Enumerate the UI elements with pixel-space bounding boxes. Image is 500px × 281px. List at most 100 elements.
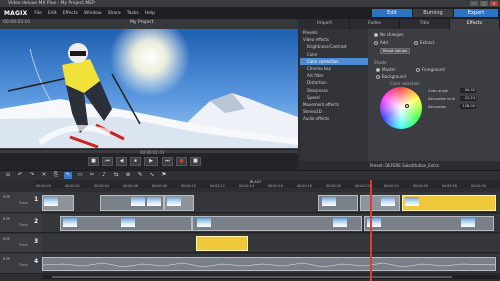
video-clip[interactable] [164,195,194,211]
list-item[interactable]: Video effects [300,36,368,43]
track-lane-4[interactable] [42,254,500,274]
menu-bar: MAGIX File Edit Effects Window Share Tas… [0,7,500,19]
menu-help[interactable]: Help [142,11,158,16]
reset-values-button[interactable]: Reset values [380,48,410,54]
tab-fades[interactable]: Fades [350,19,400,29]
no-changes-option[interactable]: No changes [374,32,404,37]
menu-effects[interactable]: Effects [60,11,81,16]
scrollbar-thumb[interactable] [52,276,452,278]
video-clip-selected[interactable] [402,195,496,211]
cut-icon[interactable]: ✂ [88,172,96,179]
burning-mode-button[interactable]: Burning [413,9,453,17]
redo-icon[interactable]: ↷ [28,172,36,179]
list-item-selected[interactable]: Color correction [300,57,368,65]
video-clip[interactable] [42,195,74,211]
stop-icon[interactable]: ■ [88,157,99,166]
title-clip[interactable] [196,236,248,251]
record-icon[interactable]: ● [176,157,187,166]
extract-option[interactable]: Extract [414,40,434,45]
export-mode-button[interactable]: Export [454,9,498,17]
edit-mode-button[interactable]: Edit [372,9,412,17]
restore-icon[interactable]: ⎌ [4,172,12,179]
track-lane-3[interactable] [42,234,500,253]
pointer-icon[interactable]: ↖ [64,172,72,179]
track-lane-1[interactable] [42,192,500,213]
list-item[interactable]: Art filter [300,72,368,79]
curve-icon[interactable]: ∿ [148,172,156,179]
undo-icon[interactable]: ↶ [16,172,24,179]
tab-effects[interactable]: Effects [450,19,500,29]
zoom-icon[interactable]: ⊕ [124,172,132,179]
track-number: 2 [34,218,39,225]
video-preview[interactable] [0,29,298,148]
video-clip[interactable] [364,216,494,231]
preset-status-label: Preset: DEFERE Substitution_Extra [370,163,439,168]
timeline-toolbar: ⎌ ↶ ↷ ✕ ⎘ ↖ ▭ ✂ ♪ ⇆ ⊕ ✎ ∿ ⚑ [0,170,500,180]
color-wheel-handle[interactable] [405,104,409,108]
background-option[interactable]: Background [376,74,406,79]
pause-icon[interactable]: ⏹ [130,157,141,166]
list-item[interactable]: Distortion [300,79,368,86]
tab-import[interactable]: Import [300,19,350,29]
track-lane-2[interactable] [42,214,500,233]
video-clip[interactable] [100,195,164,211]
audio-icon[interactable]: ♪ [100,172,108,179]
list-item[interactable]: Sharpness [300,87,368,94]
list-item[interactable]: Chroma key [300,65,368,72]
range-icon[interactable]: ▭ [76,172,84,179]
foreground-option[interactable]: Foreground [416,67,445,72]
rewind-icon[interactable]: ◀ [116,157,127,166]
video-clip[interactable] [60,216,192,231]
list-item[interactable]: Presets [300,29,368,36]
copy-icon[interactable]: ⎘ [52,172,60,179]
skip-forward-icon[interactable]: ⏭ [162,157,173,166]
list-item[interactable]: Audio effects [300,115,368,122]
menu-tasks[interactable]: Tasks [124,11,142,16]
master-option[interactable]: Master [376,67,396,72]
list-item[interactable]: Speed [300,94,368,101]
color-angle-field[interactable]: 94.32 [460,88,476,93]
playhead[interactable] [370,180,372,281]
saturation-field[interactable]: 128.00 [460,104,476,109]
track-header-4[interactable]: S M Track 4 [0,254,42,274]
menu-file[interactable]: File [31,11,45,16]
track-header-2[interactable]: S M Track 2 [0,214,42,233]
saturation-limit-field[interactable]: 22.24 [460,96,476,101]
stop-end-icon[interactable]: ■ [190,157,201,166]
track-solo-mute[interactable]: S M [3,217,10,221]
play-icon[interactable]: ▶ [144,157,158,166]
track-solo-mute[interactable]: S M [3,237,10,241]
list-item[interactable]: Brightness/Contrast [300,43,368,50]
track-solo-mute[interactable]: S M [3,257,10,261]
list-item[interactable]: Color [300,51,368,58]
clip-thumbnail [381,197,395,206]
video-clip[interactable] [360,195,400,211]
clip-thumbnail [131,197,145,206]
tab-title[interactable]: Title [400,19,450,29]
timeline-scrollbar[interactable] [42,275,500,279]
menu-edit[interactable]: Edit [45,11,60,16]
list-item[interactable]: Movement effects [300,101,368,108]
skip-back-icon[interactable]: ⏮ [102,157,113,166]
list-item[interactable]: Stereo3D [300,108,368,115]
maximize-button[interactable]: ▢ [480,1,488,6]
menu-share[interactable]: Share [105,11,124,16]
timeline-ruler[interactable]: BLAST 00:00:00 00:00:02 00:00:04 00:00:0… [34,180,500,188]
video-clip[interactable] [192,216,362,231]
track-header-1[interactable]: S M Track 1 [0,192,42,213]
add-option[interactable]: Add [374,40,388,45]
track-header-3[interactable]: S M Track 3 [0,234,42,253]
menu-window[interactable]: Window [81,11,105,16]
delete-icon[interactable]: ✕ [40,172,48,179]
minimize-button[interactable]: – [470,1,478,6]
draw-icon[interactable]: ✎ [136,172,144,179]
track-solo-mute[interactable]: S M [3,195,10,199]
close-button[interactable]: ✕ [490,1,498,6]
video-clip[interactable] [318,195,358,211]
marker-icon[interactable]: ⚑ [160,172,168,179]
shade-label: Shade [374,60,387,65]
color-wheel[interactable] [380,87,422,129]
audio-clip[interactable] [42,257,496,271]
stretch-icon[interactable]: ⇆ [112,172,120,179]
track-number: 3 [34,238,39,245]
